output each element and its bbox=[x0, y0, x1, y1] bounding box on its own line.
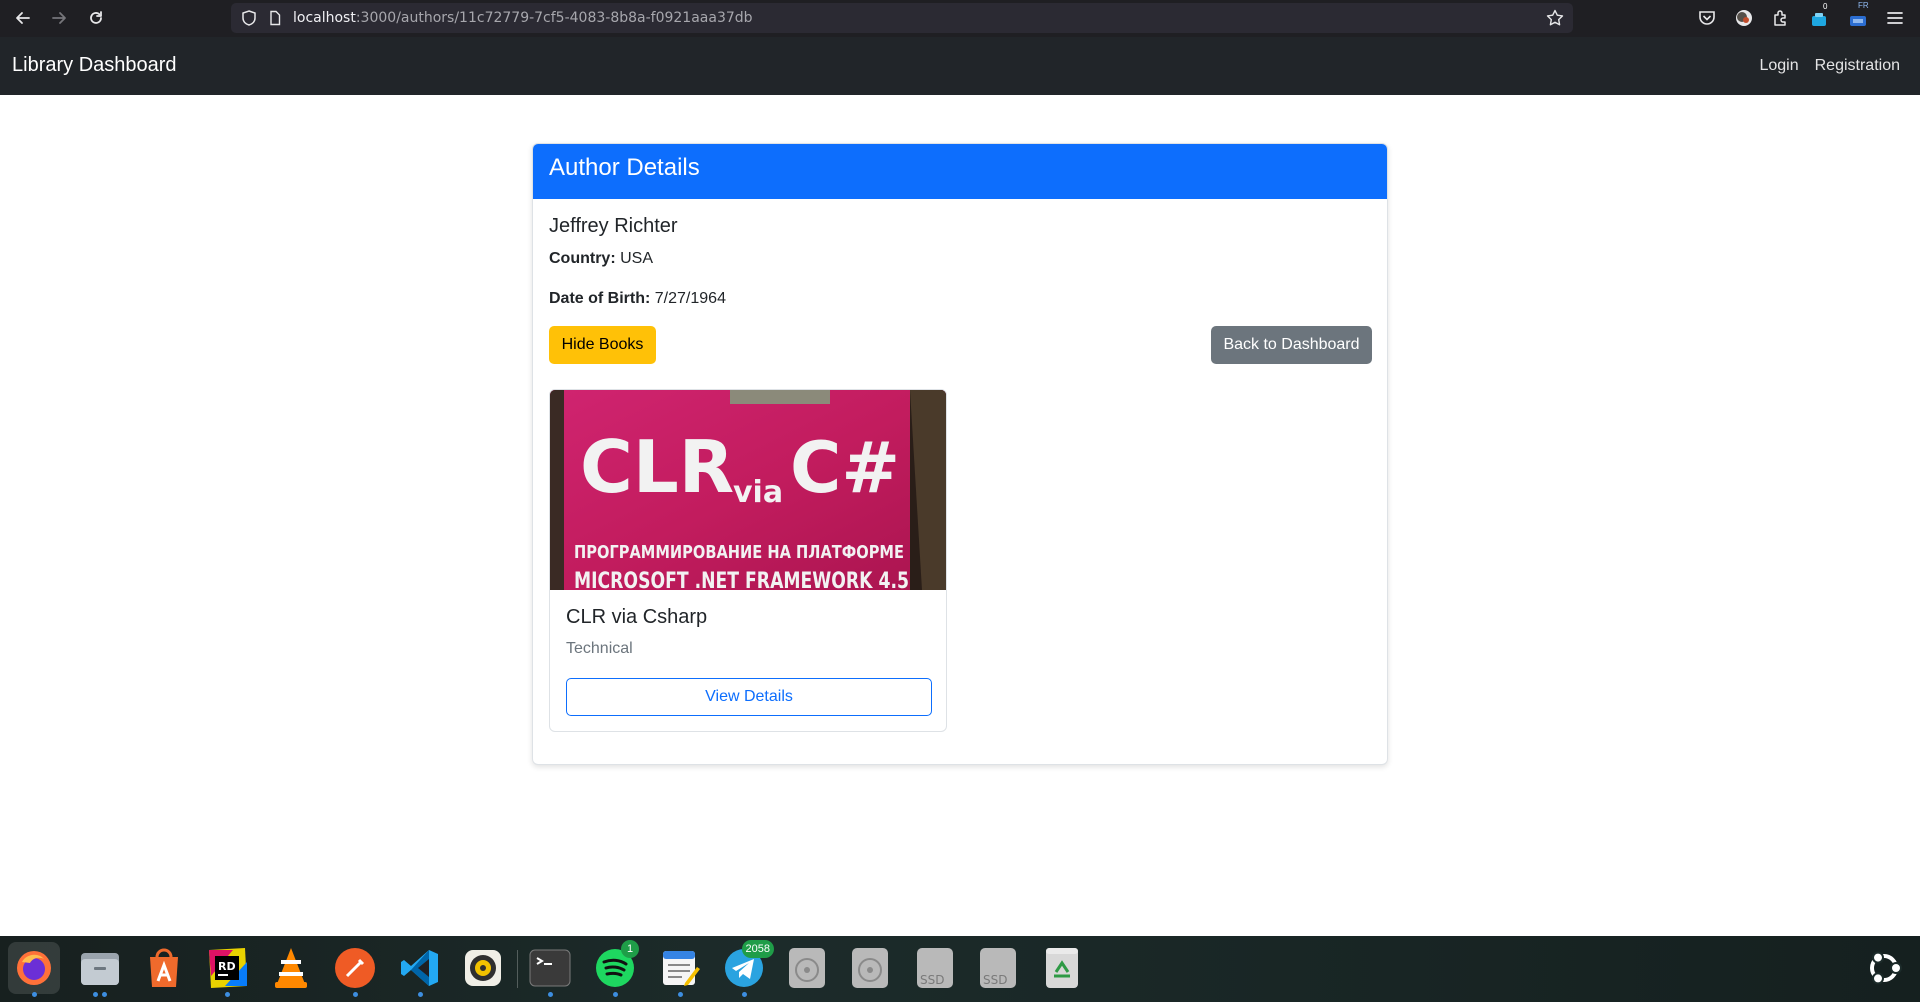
running-indicator bbox=[678, 992, 683, 997]
author-country: Country: USA bbox=[549, 250, 653, 268]
ssd-drive-icon[interactable]: SSD bbox=[909, 942, 961, 994]
spotify-icon[interactable]: 1 bbox=[589, 940, 641, 997]
url-bar[interactable]: localhost:3000/authors/11c72779-7cf5-408… bbox=[231, 3, 1573, 33]
svg-text:RD: RD bbox=[218, 960, 236, 973]
browser-toolbar: localhost:3000/authors/11c72779-7cf5-408… bbox=[0, 0, 1920, 37]
files-icon[interactable] bbox=[74, 942, 126, 997]
book-cover-image: CLR via C# ПРОГРАММИРОВАНИЕ НА ПЛАТФОРМЕ… bbox=[550, 390, 946, 590]
running-indicator bbox=[353, 992, 358, 997]
text-editor-icon[interactable] bbox=[654, 942, 706, 997]
running-indicator bbox=[102, 992, 107, 997]
app-navbar: Library Dashboard Login Registration bbox=[0, 37, 1920, 95]
extensions-puzzle-icon[interactable] bbox=[1771, 8, 1791, 28]
rhythmbox-icon[interactable] bbox=[457, 942, 509, 994]
dob-label: Date of Birth: bbox=[549, 290, 651, 307]
translate-extension-icon[interactable]: FR bbox=[1848, 1, 1869, 28]
disc-drive-icon[interactable] bbox=[781, 942, 833, 994]
trash-icon[interactable] bbox=[1036, 942, 1088, 994]
country-label: Country: bbox=[549, 250, 616, 267]
account-avatar-icon[interactable] bbox=[1734, 8, 1754, 28]
country-value: USA bbox=[620, 250, 654, 267]
postman-icon[interactable] bbox=[329, 942, 381, 997]
card-header: Author Details bbox=[533, 144, 1387, 199]
hide-books-button[interactable]: Hide Books bbox=[549, 326, 656, 364]
terminal-icon[interactable] bbox=[524, 942, 576, 997]
dock-separator bbox=[517, 950, 518, 988]
running-indicator bbox=[93, 992, 98, 997]
registration-link[interactable]: Registration bbox=[1815, 57, 1900, 75]
taskbar: RD 1 2058 SSD SSD bbox=[0, 936, 1920, 1002]
telegram-icon[interactable]: 2058 bbox=[718, 940, 774, 997]
telegram-badge: 2058 bbox=[741, 940, 774, 958]
cover-title-csharp: C# bbox=[790, 427, 900, 509]
navbar-brand[interactable]: Library Dashboard bbox=[12, 54, 177, 77]
vscode-icon[interactable] bbox=[394, 942, 446, 997]
ssd-label: SSD bbox=[920, 973, 944, 987]
spotify-badge: 1 bbox=[621, 940, 639, 958]
url-text[interactable]: localhost:3000/authors/11c72779-7cf5-408… bbox=[293, 10, 753, 26]
view-details-button[interactable]: View Details bbox=[566, 678, 932, 716]
cover-subtitle: ПРОГРАММИРОВАНИЕ НА ПЛАТФОРМЕ bbox=[574, 542, 904, 563]
author-details-card: Author Details Jeffrey Richter Country: … bbox=[532, 143, 1388, 765]
book-genre: Technical bbox=[566, 640, 633, 657]
forward-arrow-icon[interactable] bbox=[44, 3, 74, 33]
cover-framework: MICROSOFT .NET FRAMEWORK 4.5 bbox=[574, 569, 909, 590]
running-indicator bbox=[548, 992, 553, 997]
vlc-icon[interactable] bbox=[265, 942, 317, 994]
running-indicator bbox=[32, 992, 37, 997]
url-path: :3000/authors/11c72779-7cf5-4083-8b8a-f0… bbox=[355, 10, 753, 26]
reload-icon[interactable] bbox=[81, 3, 111, 33]
menu-hamburger-icon[interactable] bbox=[1885, 8, 1905, 28]
shield-icon[interactable] bbox=[240, 9, 258, 27]
author-name: Jeffrey Richter bbox=[549, 215, 678, 237]
bookmark-star-icon[interactable] bbox=[1545, 8, 1565, 28]
book-card: CLR via C# ПРОГРАММИРОВАНИЕ НА ПЛАТФОРМЕ… bbox=[549, 389, 947, 732]
running-indicator bbox=[225, 992, 230, 997]
firefox-icon[interactable] bbox=[8, 942, 60, 997]
disc-drive-icon[interactable] bbox=[844, 942, 896, 994]
rider-icon[interactable]: RD bbox=[201, 942, 253, 997]
back-arrow-icon[interactable] bbox=[8, 3, 38, 33]
card-title: Author Details bbox=[549, 154, 700, 181]
dob-value: 7/27/1964 bbox=[654, 290, 726, 307]
extension-icon[interactable]: 0 bbox=[1809, 2, 1829, 28]
back-to-dashboard-button[interactable]: Back to Dashboard bbox=[1211, 326, 1372, 364]
page-icon[interactable] bbox=[267, 10, 283, 26]
extension-badge: 0 bbox=[1823, 2, 1828, 11]
book-title: CLR via Csharp bbox=[566, 606, 708, 628]
running-indicator bbox=[742, 992, 747, 997]
ssd-drive-icon[interactable]: SSD bbox=[972, 942, 1024, 994]
ssd-label: SSD bbox=[983, 973, 1007, 987]
url-host: localhost bbox=[293, 10, 356, 26]
ubuntu-logo-icon[interactable] bbox=[1858, 942, 1910, 994]
author-dob: Date of Birth: 7/27/1964 bbox=[549, 290, 726, 308]
cover-title-clr: CLR bbox=[580, 425, 734, 509]
card-body: Jeffrey Richter Country: USA Date of Bir… bbox=[533, 199, 1387, 732]
running-indicator bbox=[613, 992, 618, 997]
app-center-icon[interactable] bbox=[138, 942, 190, 994]
cover-title-via: via bbox=[733, 475, 783, 510]
navbar-links: Login Registration bbox=[1759, 57, 1900, 75]
login-link[interactable]: Login bbox=[1759, 57, 1798, 75]
pocket-icon[interactable] bbox=[1697, 8, 1717, 28]
lang-badge: FR bbox=[1858, 1, 1869, 10]
running-indicator bbox=[418, 992, 423, 997]
